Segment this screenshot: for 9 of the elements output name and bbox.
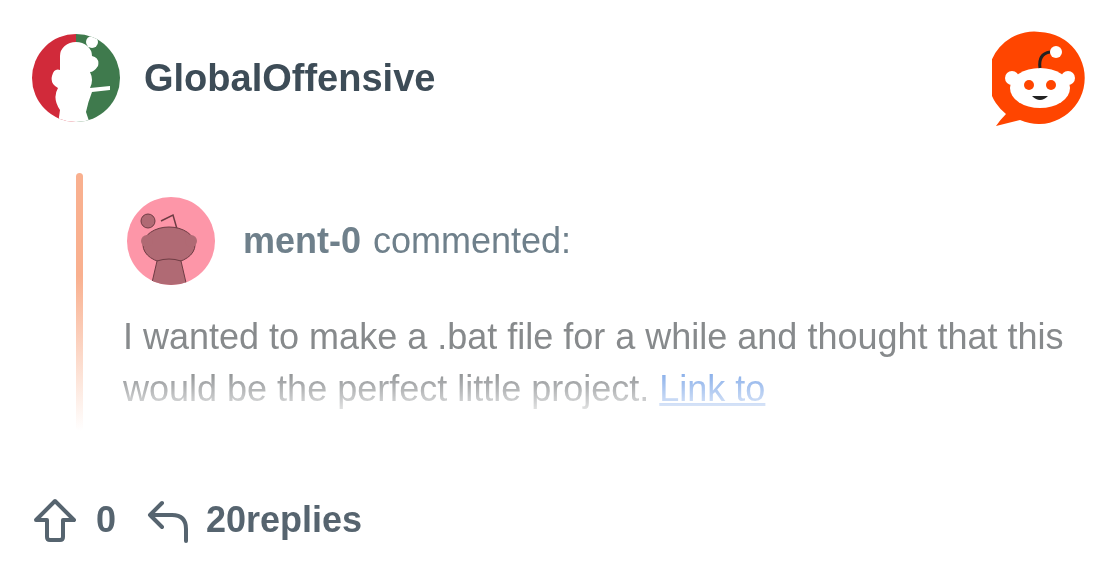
upvote-count: 0 (96, 499, 117, 541)
comment-text: I wanted to make a .bat file for a while and thought that this would be the perfect little project. Link to (123, 315, 1065, 411)
reddit-logo-icon[interactable] (992, 30, 1088, 126)
reply-count[interactable]: 20replies (206, 499, 363, 541)
comment-author[interactable]: ment-0 (243, 220, 362, 262)
subreddit-avatar-icon (32, 34, 120, 122)
comment-action-label: commented: (373, 220, 572, 262)
upvote-icon[interactable] (32, 497, 78, 543)
subreddit-name[interactable]: GlobalOffensive (144, 56, 992, 100)
